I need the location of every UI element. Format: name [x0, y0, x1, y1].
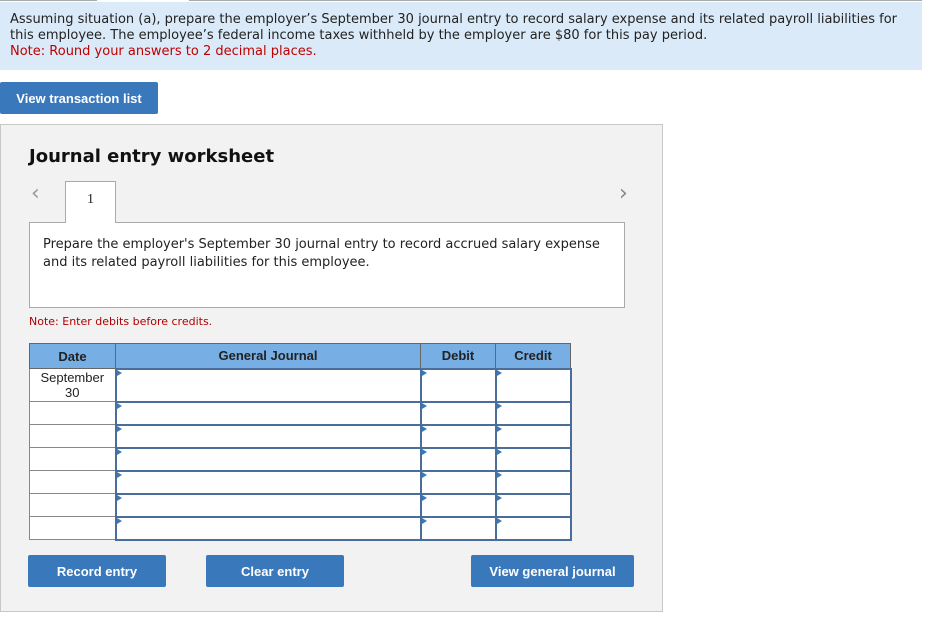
worksheet-title: Journal entry worksheet [29, 146, 275, 167]
date-cell [29, 470, 116, 494]
clear-entry-button[interactable]: Clear entry [206, 555, 344, 587]
date-cell [29, 493, 116, 517]
journal-row [29, 423, 572, 449]
debit-input[interactable] [419, 492, 497, 518]
debit-input[interactable] [419, 515, 497, 541]
chevron-right-icon[interactable]: › [619, 183, 628, 205]
record-entry-button[interactable]: Record entry [28, 555, 166, 587]
journal-row [29, 469, 572, 495]
journal-row [29, 400, 572, 426]
date-cell: September 30 [29, 368, 116, 402]
credit-input[interactable] [494, 446, 572, 472]
account-input[interactable] [114, 492, 422, 518]
credit-input[interactable] [494, 469, 572, 495]
question-panel: Assuming situation (a), prepare the empl… [0, 2, 922, 70]
entry-prompt: Prepare the employer's September 30 jour… [29, 222, 625, 308]
question-text: Assuming situation (a), prepare the empl… [10, 12, 897, 43]
journal-header-row: Date General Journal Debit Credit [29, 343, 571, 369]
header-general-journal: General Journal [115, 343, 421, 369]
journal-table: Date General Journal Debit Credit Septem… [29, 343, 572, 541]
date-cell [29, 447, 116, 471]
header-debit: Debit [420, 343, 496, 369]
debit-input[interactable] [419, 400, 497, 426]
account-input[interactable] [114, 423, 422, 449]
view-general-journal-button[interactable]: View general journal [471, 555, 634, 587]
credit-input[interactable] [494, 423, 572, 449]
header-date: Date [29, 343, 116, 369]
credit-input[interactable] [494, 400, 572, 426]
view-transaction-list-button[interactable]: View transaction list [0, 82, 158, 114]
credit-input[interactable] [494, 492, 572, 518]
header-credit: Credit [495, 343, 571, 369]
journal-row [29, 446, 572, 472]
question-note: Note: Round your answers to 2 decimal pl… [10, 44, 317, 59]
journal-row: September 30 [29, 367, 572, 403]
account-input[interactable] [114, 400, 422, 426]
journal-row [29, 492, 572, 518]
date-cell [29, 401, 116, 425]
journal-row [29, 515, 572, 541]
debit-input[interactable] [419, 469, 497, 495]
account-input[interactable] [114, 515, 422, 541]
account-input[interactable] [114, 367, 422, 403]
account-input[interactable] [114, 446, 422, 472]
debit-input[interactable] [419, 423, 497, 449]
debit-input[interactable] [419, 367, 497, 403]
credit-input[interactable] [494, 367, 572, 403]
account-input[interactable] [114, 469, 422, 495]
credit-input[interactable] [494, 515, 572, 541]
journal-entry-worksheet: Journal entry worksheet ‹ › 1 Prepare th… [0, 124, 663, 612]
entry-hint: Note: Enter debits before credits. [29, 315, 213, 328]
debit-input[interactable] [419, 446, 497, 472]
date-cell [29, 516, 116, 540]
entry-tab-1[interactable]: 1 [65, 181, 116, 223]
date-cell [29, 424, 116, 448]
chevron-left-icon[interactable]: ‹ [31, 183, 40, 205]
